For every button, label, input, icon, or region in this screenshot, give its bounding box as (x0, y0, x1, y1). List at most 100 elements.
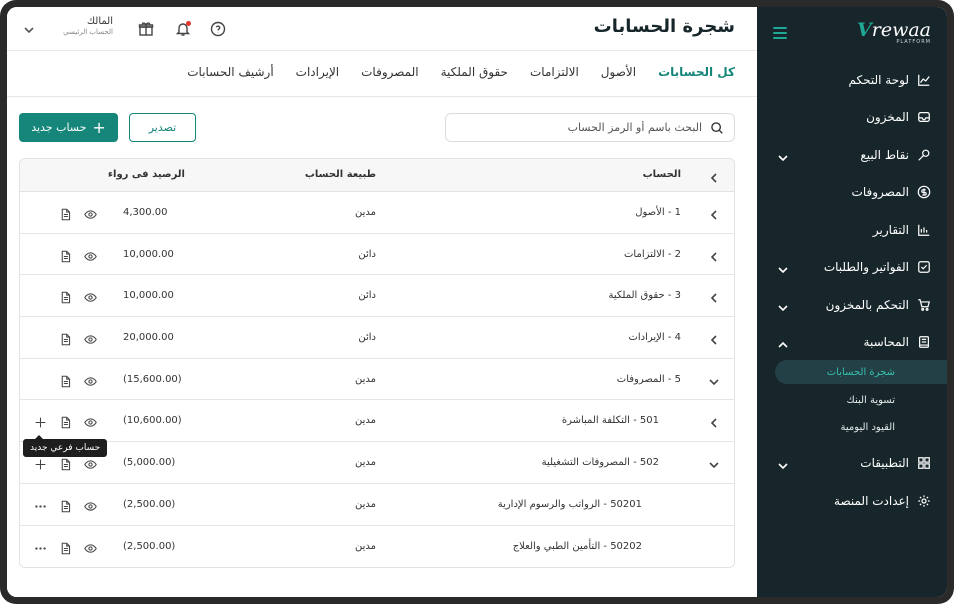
table-row[interactable]: 1 - الأصول مدين 4,300.00 (20, 192, 734, 234)
main-area: شجرة الحسابات المالك الحساب الرئيسي كل ا… (7, 7, 757, 597)
table-row[interactable]: 502 - المصروفات التشغيلية مدين (5,000.00… (20, 442, 734, 484)
logo-row: Vrewaa PLATFORM (757, 7, 947, 59)
sidebar-item-pos[interactable]: نقاط البيع (757, 140, 947, 170)
sidebar-item-inventory[interactable]: المخزون (757, 102, 947, 132)
document-icon[interactable] (59, 414, 72, 429)
tab-revenue[interactable]: الإيرادات (296, 65, 339, 79)
sidebar-item-apps[interactable]: التطبيقات (757, 448, 947, 478)
sidebar-item-settings[interactable]: إعدادت المنصة (757, 486, 947, 516)
add-sub-account-icon[interactable] (34, 414, 47, 428)
account-name: 5 - المصروفات (616, 373, 681, 385)
new-account-button[interactable]: + حساب جديد (19, 113, 118, 142)
checkbox-icon (917, 260, 931, 274)
sidebar-subitem-bank-reconciliation[interactable]: تسوية البنك (757, 388, 947, 412)
chart-line-icon (917, 73, 931, 87)
account-nature: دائن (358, 290, 376, 302)
document-icon[interactable] (59, 289, 72, 304)
sidebar-item-stock-control[interactable]: التحكم بالمخزون (757, 290, 947, 320)
more-options-icon[interactable] (34, 540, 47, 553)
chevron-down-icon (777, 457, 789, 470)
account-balance: (2,500.00) (123, 540, 176, 552)
account-nature: دائن (358, 332, 376, 344)
table-row[interactable]: 50201 - الرواتب والرسوم الإدارية مدين (2… (20, 483, 734, 526)
book-icon (917, 335, 931, 349)
chevron-down-icon[interactable] (708, 456, 720, 469)
account-name: 2 - الالتزامات (624, 248, 681, 260)
document-icon[interactable] (59, 540, 72, 554)
tab-all-accounts[interactable]: كل الحسابات (658, 65, 735, 79)
account-balance: 10,000.00 (123, 248, 174, 260)
gift-icon[interactable] (138, 21, 154, 37)
add-sub-account-icon[interactable] (34, 456, 47, 470)
eye-icon[interactable] (84, 456, 97, 469)
expand-all-chevron-icon[interactable] (708, 169, 720, 183)
top-bar: شجرة الحسابات المالك الحساب الرئيسي (7, 7, 757, 51)
account-balance: 20,000.00 (123, 332, 174, 344)
eye-icon[interactable] (84, 498, 97, 511)
table-row[interactable]: 5 - المصروفات مدين (15,600.00) (20, 358, 734, 401)
document-icon[interactable] (59, 498, 72, 513)
sidebar-subitem-journal-entries[interactable]: القيود اليومية (757, 415, 947, 439)
account-nature: مدين (354, 540, 376, 552)
document-icon[interactable] (59, 331, 72, 346)
account-name: 50201 - الرواتب والرسوم الإدارية (497, 498, 642, 510)
chevron-left-icon[interactable] (708, 331, 720, 345)
table-row[interactable]: 50202 - التأمين الطبي والعلاج مدين (2,50… (20, 525, 734, 568)
eye-icon[interactable] (84, 540, 97, 553)
menu-toggle-icon[interactable] (773, 27, 787, 39)
table-row[interactable]: 3 - حقوق الملكية دائن 10,000.00 (20, 275, 734, 318)
account-tabs: كل الحسابات الأصول الالتزامات حقوق الملك… (187, 65, 735, 79)
tab-liabilities[interactable]: الالتزامات (530, 65, 579, 79)
tabs-bar: كل الحسابات الأصول الالتزامات حقوق الملك… (7, 51, 757, 97)
chevron-down-icon[interactable] (708, 373, 720, 385)
chevron-left-icon[interactable] (708, 248, 720, 262)
search-icon (711, 121, 723, 134)
tab-archive[interactable]: أرشيف الحسابات (187, 65, 273, 79)
accounts-table: الحساب طبيعة الحساب الرصيد فى رواء 1 - ا… (19, 158, 735, 569)
device-frame: Vrewaa PLATFORM لوحة التحكم المخزون نقاط… (0, 0, 954, 604)
header-account: الحساب (642, 169, 681, 180)
sidebar-item-invoices[interactable]: الفواتير والطلبات (757, 252, 947, 282)
eye-icon[interactable] (84, 289, 97, 303)
sidebar-item-expenses[interactable]: المصروفات (757, 177, 947, 207)
chevron-left-icon[interactable] (708, 414, 720, 429)
table-row[interactable]: 501 - التكلفة المباشرة مدين (10,600.00) (20, 400, 734, 443)
eye-icon[interactable] (84, 373, 97, 386)
document-icon[interactable] (59, 248, 72, 262)
pos-icon (917, 148, 931, 162)
more-options-icon[interactable] (34, 498, 47, 511)
account-name: 502 - المصروفات التشغيلية (541, 457, 659, 469)
account-balance: (15,600.00) (123, 373, 182, 385)
content-panel: تصدير + حساب جديد الحساب طبيعة الحساب ال… (7, 97, 757, 597)
eye-icon[interactable] (84, 331, 97, 344)
tab-assets[interactable]: الأصول (601, 65, 636, 79)
grid-icon (917, 456, 931, 470)
tab-expenses[interactable]: المصروفات (361, 65, 418, 79)
document-icon[interactable] (59, 206, 72, 221)
chevron-left-icon[interactable] (708, 289, 720, 303)
eye-icon[interactable] (84, 414, 97, 428)
plus-icon: + (92, 117, 106, 137)
rewaa-logo[interactable]: Vrewaa PLATFORM (857, 19, 931, 45)
chevron-down-icon[interactable] (23, 21, 35, 34)
chevron-left-icon[interactable] (708, 206, 720, 220)
document-icon[interactable] (59, 373, 72, 388)
sidebar-item-reports[interactable]: التقارير (757, 215, 947, 245)
document-icon[interactable] (59, 456, 72, 471)
table-row[interactable]: 4 - الإيرادات دائن 20,000.00 (20, 317, 734, 359)
table-row[interactable]: 2 - الالتزامات دائن 10,000.00 (20, 233, 734, 276)
bell-icon[interactable] (175, 21, 191, 37)
eye-icon[interactable] (84, 206, 97, 219)
sidebar-item-accounting[interactable]: المحاسبة (757, 327, 947, 357)
eye-icon[interactable] (84, 248, 97, 261)
chevron-down-icon (777, 299, 789, 312)
help-icon[interactable] (210, 21, 226, 37)
user-menu[interactable]: المالك الحساب الرئيسي (55, 16, 113, 36)
sidebar-item-dashboard[interactable]: لوحة التحكم (757, 65, 947, 95)
export-button[interactable]: تصدير (129, 113, 196, 142)
account-name: 1 - الأصول (635, 207, 681, 218)
page-title: شجرة الحسابات (593, 16, 735, 37)
sidebar-subitem-chart-of-accounts[interactable]: شجرة الحسابات (775, 360, 947, 384)
search-input[interactable] (462, 121, 702, 134)
tab-equity[interactable]: حقوق الملكية (441, 65, 508, 79)
